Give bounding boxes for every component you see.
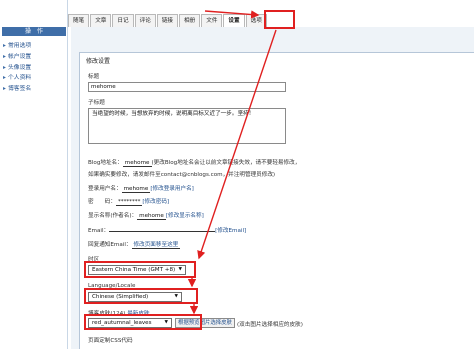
password-value: ******** — [115, 199, 143, 206]
blog-address-row: Blog地址名： mehome (更改Blog地址名会让以前文章链接失效，请不要轻易… — [88, 160, 301, 167]
sidebar-item-avatar[interactable]: ▸ 头像设置 — [3, 63, 31, 74]
blog-address-value[interactable]: mehome — [122, 160, 152, 167]
language-highlight — [84, 288, 198, 304]
notify-row: 回复通知Email： 修改页面移至这里 — [88, 240, 181, 249]
email-value — [109, 231, 216, 232]
change-email-link[interactable]: [修改Email] — [215, 228, 246, 234]
panel-title: 修改设置 — [86, 58, 111, 65]
tab-posts[interactable]: 随笔 — [68, 14, 90, 27]
notify-link[interactable]: 修改页面移至这里 — [131, 240, 181, 249]
timezone-highlight — [84, 261, 196, 278]
tab-albums[interactable]: 相册 — [179, 14, 201, 27]
sidebar-header: 操 作 — [2, 27, 66, 36]
sidebar-item-profile[interactable]: ▸ 个人资料 — [3, 73, 31, 84]
tab-comments[interactable]: 评论 — [134, 14, 156, 27]
sidebar-list: ▸ 常用选项 ▸ 帐户设置 ▸ 头像设置 ▸ 个人资料 ▸ 博客签名 — [3, 41, 31, 95]
tab-diary[interactable]: 日记 — [112, 14, 134, 27]
blog-address-note-2: 如果确实要修改，请发邮件至contact@cnblogs.com，并注明管理员修… — [88, 172, 276, 178]
tab-links[interactable]: 链接 — [156, 14, 179, 27]
author-value: mehome — [137, 213, 166, 220]
sidebar-item-account[interactable]: ▸ 帐户设置 — [3, 52, 31, 63]
sidebar-item-common-options[interactable]: ▸ 常用选项 — [3, 41, 31, 52]
author-row: 显示名称(作者名)： mehome [修改显示名称] — [88, 213, 204, 220]
title-label: 标题 — [88, 74, 100, 80]
change-password-link[interactable]: [修改密码] — [142, 199, 169, 205]
tab-settings[interactable]: 设置 — [223, 14, 245, 27]
tab-articles[interactable]: 文章 — [90, 14, 112, 27]
skin-highlight — [84, 314, 202, 330]
css-label: 页面定制CSS代码 — [88, 338, 133, 344]
email-row: Email： [修改Email] — [88, 228, 247, 234]
password-row: 密 码： ******** [修改密码] — [88, 199, 170, 206]
skin-note: (双击图片选择相应的皮肤) — [237, 322, 303, 328]
settings-tab-highlight — [264, 10, 295, 29]
subtitle-label: 子标题 — [88, 100, 105, 106]
title-input[interactable]: mehome — [88, 82, 286, 92]
tab-files[interactable]: 文件 — [201, 14, 223, 27]
login-value: mehome — [121, 186, 151, 193]
subtitle-textarea[interactable]: 当绝望的时候，当想放弃的时候，说明离目标又近了一步。坚持！ — [88, 108, 286, 144]
login-row: 登录用户名： mehome [修改登录用户名] — [88, 186, 194, 193]
tab-bar: 随笔 文章 日记 评论 链接 相册 文件 设置 选项 — [68, 14, 268, 27]
sidebar-item-signature[interactable]: ▸ 博客签名 — [3, 84, 31, 95]
blog-address-note: (更改Blog地址名会让以前文章链接失效，请不要轻易修改， — [151, 160, 301, 166]
change-login-link[interactable]: [修改登录用户名] — [150, 186, 194, 192]
change-author-link[interactable]: [修改显示名称] — [166, 213, 204, 219]
